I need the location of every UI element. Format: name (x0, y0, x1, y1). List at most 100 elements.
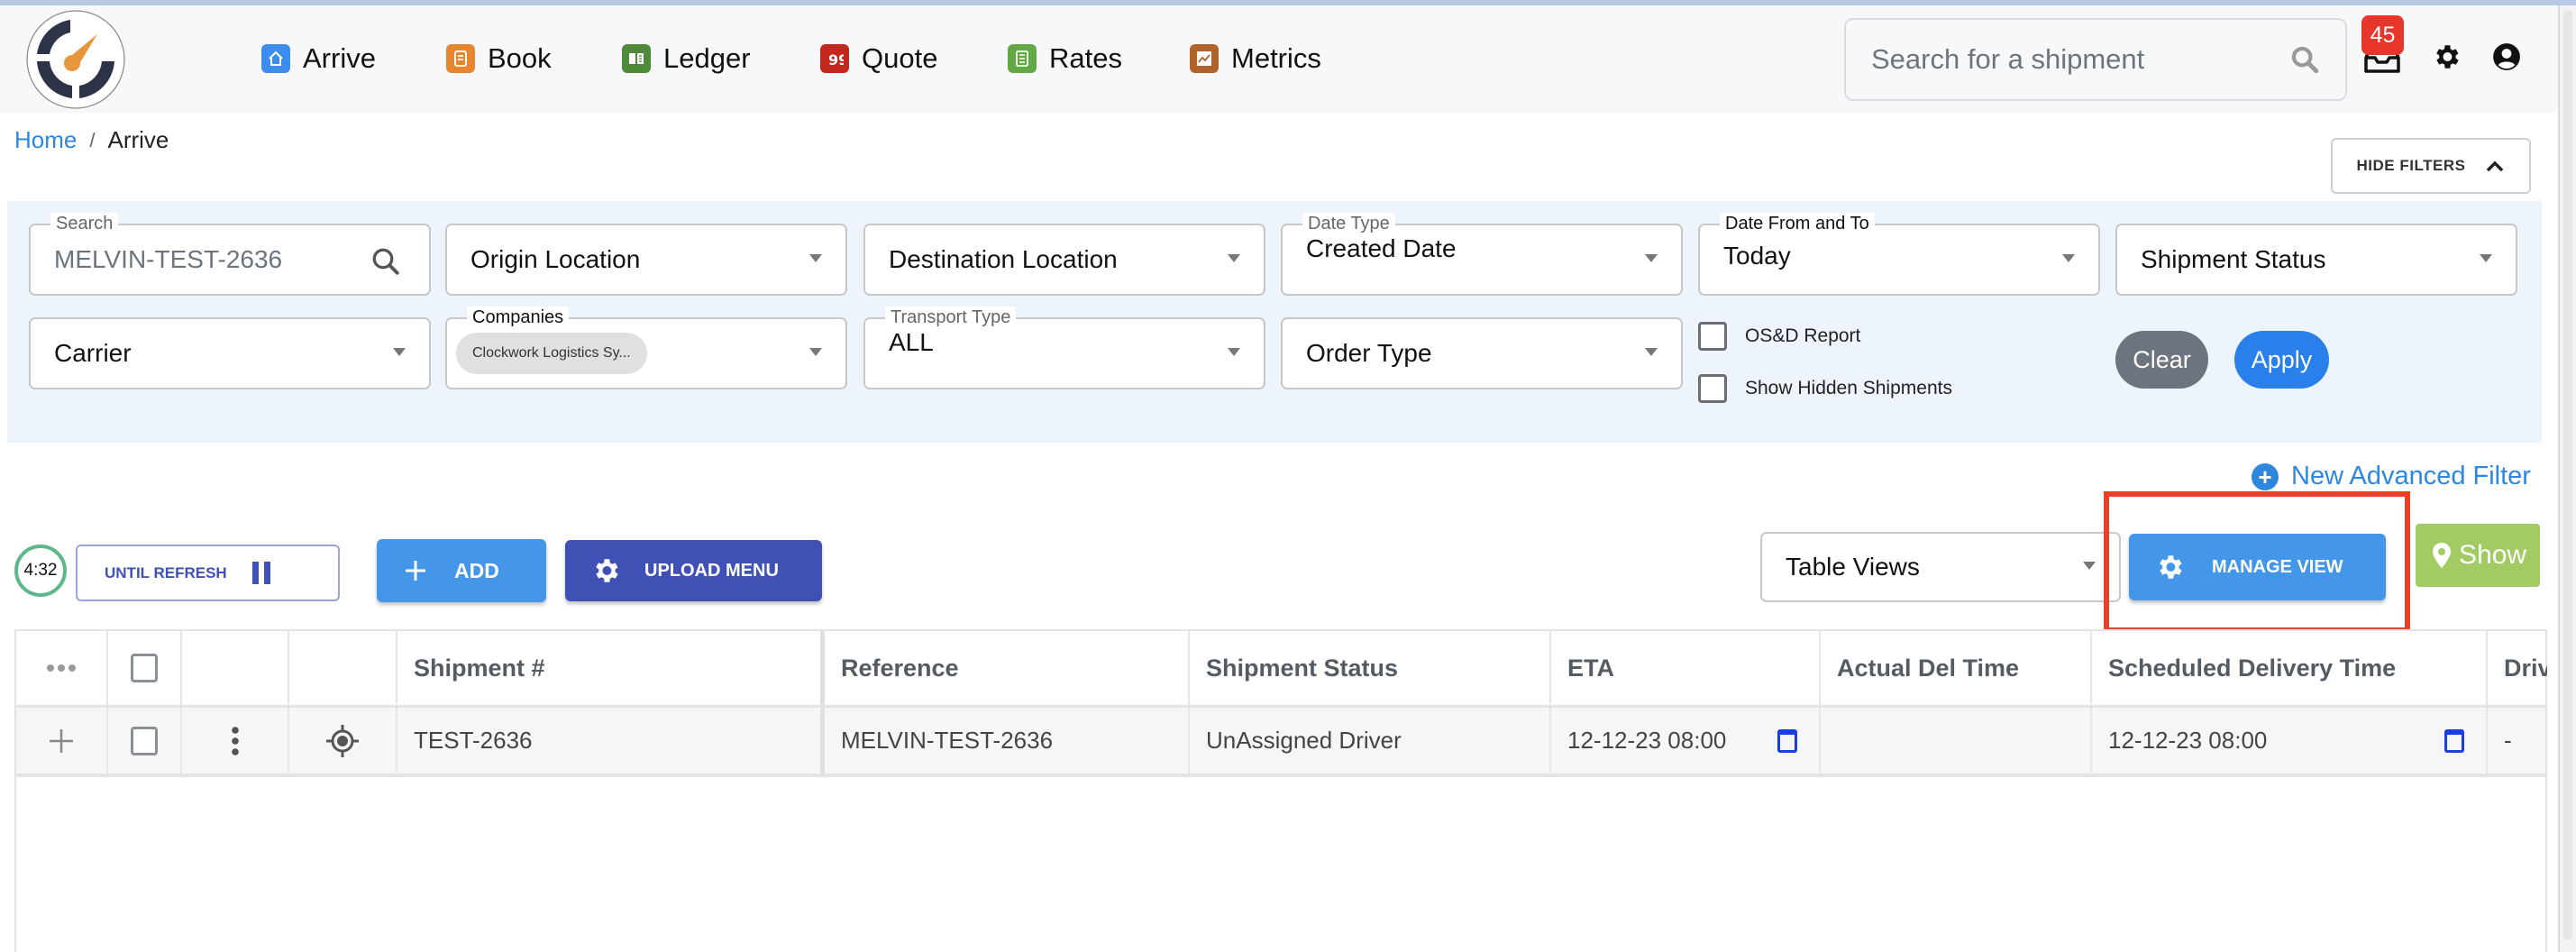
column-header-scheduled-delivery-time[interactable]: Scheduled Delivery Time (2092, 631, 2488, 705)
caret-down-icon (1645, 254, 1658, 262)
clear-button[interactable]: Clear (2115, 331, 2208, 389)
locate-header (289, 631, 397, 705)
expand-row[interactable] (16, 708, 108, 774)
shipment-status-select[interactable]: Shipment Status (2115, 224, 2517, 296)
user-account-icon[interactable] (2491, 41, 2522, 72)
cell-shipment-status: UnAssigned Driver (1190, 708, 1551, 774)
column-header-eta[interactable]: ETA (1551, 631, 1821, 705)
date-range-select[interactable]: Date From and To Today (1698, 213, 2100, 296)
order-type-select[interactable]: Order Type (1281, 317, 1683, 389)
hide-filters-label: HIDE FILTERS (2356, 157, 2466, 174)
destination-location-label: Destination Location (889, 245, 1118, 273)
date-type-select[interactable]: Date Type Created Date (1281, 213, 1683, 296)
carrier-select[interactable]: Carrier (29, 317, 431, 389)
upload-menu-button[interactable]: UPLOAD MENU (565, 540, 822, 601)
table-views-select[interactable]: Table Views (1760, 532, 2121, 602)
notification-badge[interactable]: 45 (2361, 15, 2404, 55)
nav-label: Arrive (303, 42, 376, 74)
nav-metrics[interactable]: Metrics (1190, 41, 1321, 77)
column-header-actual-del-time[interactable]: Actual Del Time (1821, 631, 2092, 705)
gear-icon (596, 559, 618, 582)
calendar-icon[interactable] (2444, 728, 2464, 753)
nav-quote[interactable]: 99 Quote (820, 41, 937, 77)
more-vertical-icon[interactable] (231, 726, 240, 756)
osd-report-label: OS&D Report (1745, 325, 1861, 346)
search-filter-value[interactable]: MELVIN-TEST-2636 (54, 245, 282, 274)
shipment-search[interactable] (1844, 18, 2347, 101)
crosshair-locate-icon[interactable] (324, 723, 361, 759)
company-chip[interactable]: Clockwork Logistics Sy... (456, 333, 647, 374)
map-pin-icon (2433, 543, 2451, 568)
shipment-search-input[interactable] (1871, 43, 2289, 76)
row-locate[interactable] (289, 708, 397, 774)
scrollbar-thumb[interactable] (2563, 11, 2572, 939)
more-horizontal-icon[interactable] (46, 664, 77, 673)
nav-ledger[interactable]: Ledger (622, 41, 751, 77)
new-advanced-filter-link[interactable]: + New Advanced Filter (2252, 462, 2531, 491)
origin-location-select[interactable]: Origin Location (445, 224, 847, 296)
apply-button[interactable]: Apply (2234, 331, 2329, 389)
add-label: ADD (454, 558, 499, 582)
search-filter-field[interactable]: Search MELVIN-TEST-2636 (29, 213, 431, 296)
plus-circle-icon: + (2252, 462, 2279, 490)
calendar-icon[interactable] (1777, 728, 1797, 753)
row-actions[interactable] (182, 708, 289, 774)
origin-location-label: Origin Location (470, 245, 641, 273)
destination-location-select[interactable]: Destination Location (863, 224, 1265, 296)
column-header-shipment-no[interactable]: Shipment # (397, 631, 825, 705)
shipments-table: Shipment # Reference Shipment Status ETA… (14, 629, 2547, 952)
refresh-timer: 4:32 (14, 545, 67, 597)
checkbox[interactable] (1698, 374, 1727, 403)
page-scrollbar[interactable] (2558, 5, 2576, 952)
column-header-driver[interactable]: Driv (2488, 631, 2547, 705)
plus-icon[interactable] (48, 728, 75, 755)
checkbox[interactable] (1698, 322, 1727, 351)
caret-down-icon (2083, 562, 2096, 570)
table-views-label: Table Views (1786, 553, 1920, 581)
cell-actual-del-time (1821, 708, 2092, 774)
nav-rates[interactable]: Rates (1008, 41, 1122, 77)
show-hidden-checkbox[interactable]: Show Hidden Shipments (1698, 374, 1952, 403)
companies-select[interactable]: Companies Clockwork Logistics Sy... (445, 307, 847, 389)
column-header-shipment-status[interactable]: Shipment Status (1190, 631, 1551, 705)
cell-eta: 12-12-23 08:00 (1551, 708, 1821, 774)
add-button[interactable]: ADD (377, 539, 546, 602)
search-icon[interactable] (370, 245, 402, 278)
breadcrumb-home[interactable]: Home (14, 126, 77, 154)
osd-report-checkbox[interactable]: OS&D Report (1698, 322, 1860, 351)
chevron-up-icon (2487, 160, 2504, 172)
pause-icon (251, 562, 270, 584)
nav-label: Metrics (1231, 42, 1321, 74)
nav-label: Rates (1049, 42, 1122, 74)
show-hidden-label: Show Hidden Shipments (1745, 378, 1952, 398)
open-book-icon (622, 44, 651, 73)
quote-icon: 99 (820, 44, 849, 73)
show-map-button[interactable]: Show (2416, 524, 2540, 587)
column-options[interactable] (16, 631, 108, 705)
caret-down-icon (2062, 254, 2075, 262)
show-label: Show (2459, 540, 2527, 570)
nav-book[interactable]: Book (446, 41, 552, 77)
transport-type-select[interactable]: Transport Type ALL (863, 307, 1265, 389)
eta-value: 12-12-23 08:00 (1567, 727, 1727, 754)
breadcrumb-current: Arrive (107, 126, 169, 153)
shipment-status-label: Shipment Status (2141, 245, 2326, 273)
nav-arrive[interactable]: Arrive (261, 41, 376, 77)
transport-type-label: Transport Type (885, 307, 1017, 328)
select-all-header[interactable] (108, 631, 182, 705)
column-header-reference[interactable]: Reference (825, 631, 1190, 705)
cell-shipment-no[interactable]: TEST-2636 (397, 708, 825, 774)
hide-filters-button[interactable]: HIDE FILTERS (2331, 138, 2531, 194)
row-checkbox[interactable] (131, 726, 158, 755)
app-logo[interactable] (25, 9, 126, 110)
cell-driver: - (2504, 727, 2512, 754)
until-refresh-button[interactable]: UNTIL REFRESH (76, 545, 340, 601)
settings-gear-icon[interactable] (2431, 41, 2462, 72)
row-select[interactable] (108, 708, 182, 774)
select-all-checkbox[interactable] (131, 654, 158, 682)
search-icon[interactable] (2289, 44, 2320, 75)
caret-down-icon (809, 254, 822, 262)
book-icon (446, 44, 475, 73)
home-icon (261, 44, 290, 73)
caret-down-icon (1645, 348, 1658, 356)
